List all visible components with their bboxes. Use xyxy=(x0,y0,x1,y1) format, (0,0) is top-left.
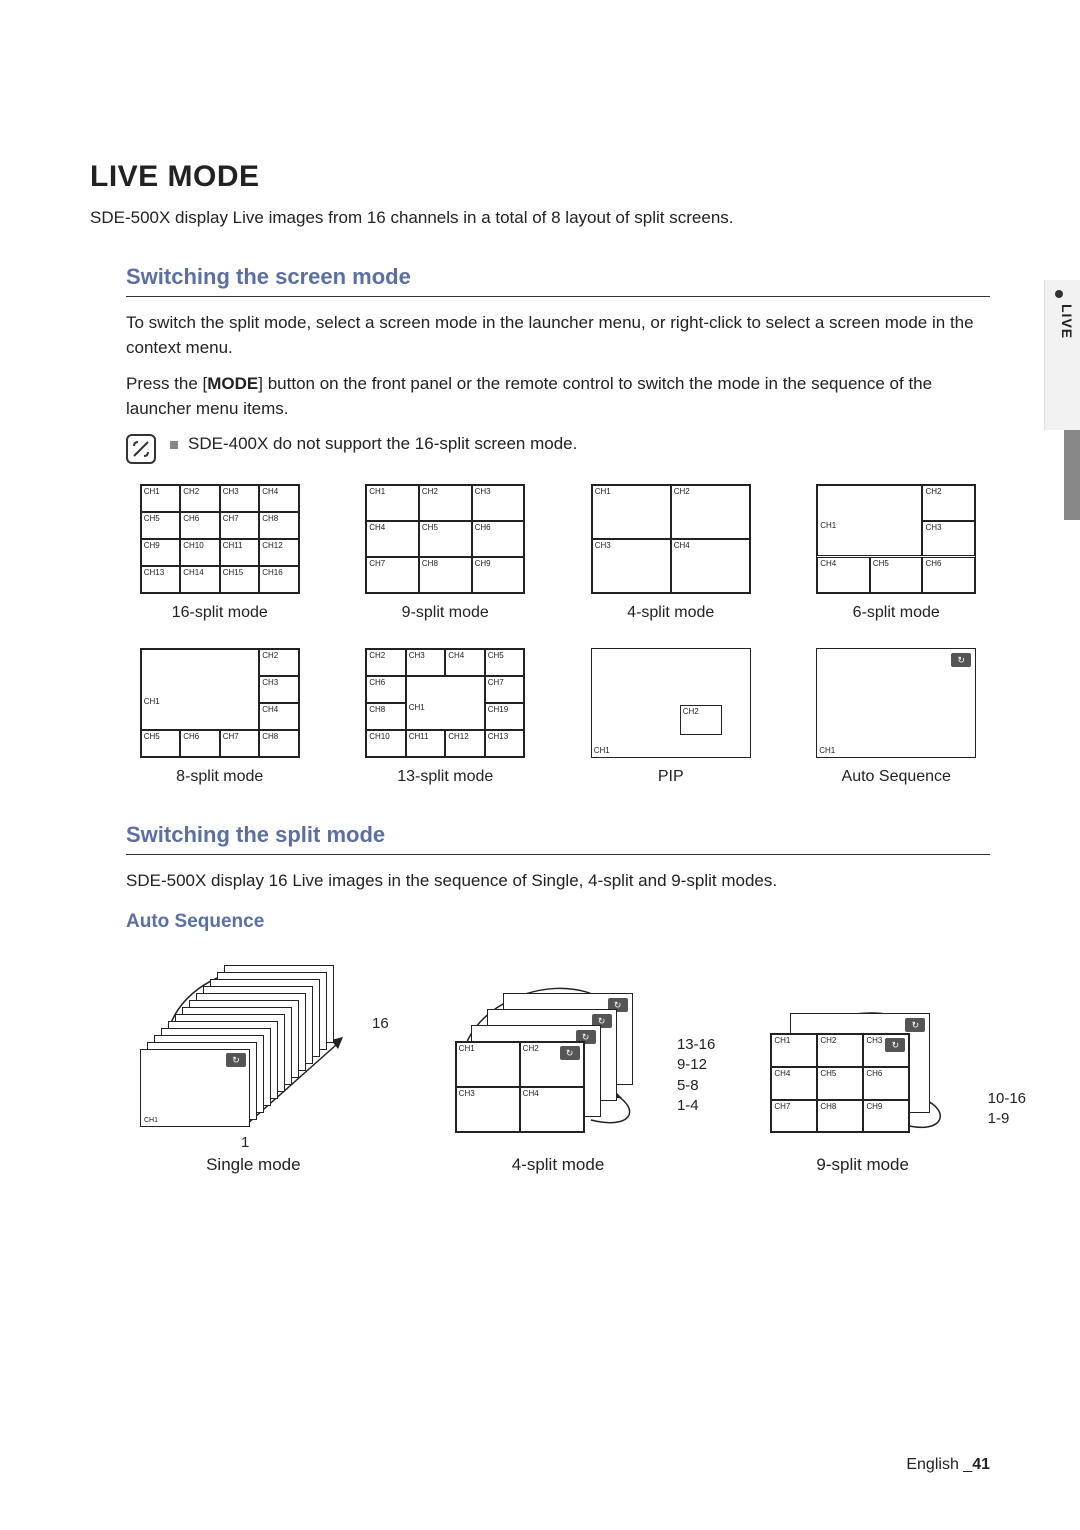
section2-para: SDE-500X display 16 Live images in the s… xyxy=(126,869,990,894)
page-heading: LIVE MODE xyxy=(90,160,990,194)
page-footer: English _41 xyxy=(906,1456,990,1474)
diagram-8split: CH1 CH2 CH3 CH4 CH5 CH6 CH7 CH8 8-split … xyxy=(126,648,314,786)
section1-para2: Press the [MODE] button on the front pan… xyxy=(126,372,990,421)
diagram-pip: CH1 CH2 PIP xyxy=(577,648,765,786)
diagram-autoseq: ↻ CH1 Auto Sequence xyxy=(803,648,991,786)
intro-text: SDE-500X display Live images from 16 cha… xyxy=(90,208,990,228)
diagram-16split: CH1 CH2 CH3 CH4 CH5 CH6 CH7 CH8 CH9 CH10… xyxy=(126,484,314,622)
section1-para1: To switch the split mode, select a scree… xyxy=(126,311,990,360)
section2-title: Switching the split mode xyxy=(126,822,990,855)
diagram-4split: CH1 CH2 CH3 CH4 4-split mode xyxy=(577,484,765,622)
note-text: SDE-400X do not support the 16-split scr… xyxy=(188,434,577,454)
section3-title: Auto Sequence xyxy=(126,911,990,933)
diagram-6split: CH1 CH2 CH3 CH4 CH5 CH6 6-split mode xyxy=(803,484,991,622)
diagram-13split: CH2 CH3 CH4 CH5 CH6 CH1 CH7 CH8 CH19 CH1… xyxy=(352,648,540,786)
note-row: SDE-400X do not support the 16-split scr… xyxy=(126,434,990,464)
section1-title: Switching the screen mode xyxy=(126,264,990,297)
seq-single: ↻ CH1 16 1 Single mode xyxy=(126,945,381,1175)
diagram-9split: CH1 CH2 CH3 CH4 CH5 CH6 CH7 CH8 CH9 9-sp… xyxy=(352,484,540,622)
note-bullet xyxy=(170,441,178,449)
auto-sequence-icon: ↻ xyxy=(951,653,971,667)
seq-9split: ↻ ↻ CH1 CH2 CH3 CH4 CH5 CH6 CH7 CH8 CH9 xyxy=(735,995,990,1175)
seq-4split: ↻ ↻ ↻ ↻ CH1 CH2 CH3 CH4 13-16 9-12 5-8 1 xyxy=(431,975,686,1175)
note-icon xyxy=(126,434,156,464)
sequence-row: ↻ CH1 16 1 Single mode ↻ ↻ ↻ xyxy=(126,945,990,1175)
diagrams-grid: CH1 CH2 CH3 CH4 CH5 CH6 CH7 CH8 CH9 CH10… xyxy=(126,484,990,786)
